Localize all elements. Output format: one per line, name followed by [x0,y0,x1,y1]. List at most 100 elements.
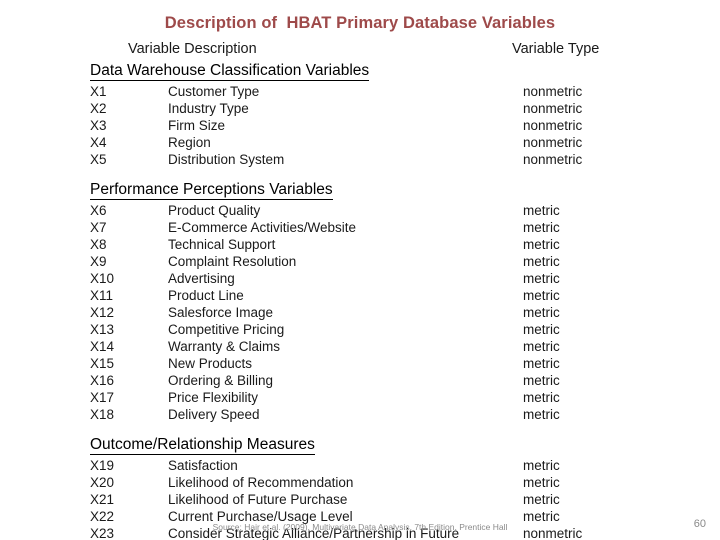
variables-table: Data Warehouse Classification Variables X… [0,62,720,540]
table-row: X17 Price Flexibility metric [0,389,720,406]
variable-type: nonmetric [523,84,583,99]
table-row: X20 Likelihood of Recommendation metric [0,474,720,491]
section-heading: Data Warehouse Classification Variables [90,62,370,81]
variable-type: nonmetric [523,152,583,167]
variable-description: Price Flexibility [168,390,259,405]
variable-type: metric [523,254,560,269]
table-row: X11 Product Line metric [0,287,720,304]
variable-code: X4 [90,135,107,150]
table-row: X8 Technical Support metric [0,236,720,253]
variable-code: X12 [90,305,115,320]
variable-description: Distribution System [168,152,285,167]
variable-description: Technical Support [168,237,276,252]
variable-code: X19 [90,458,115,473]
variable-code: X10 [90,271,115,286]
table-row: X9 Complaint Resolution metric [0,253,720,270]
table-row: X13 Competitive Pricing metric [0,321,720,338]
variable-description: Customer Type [168,84,260,99]
table-row: X10 Advertising metric [0,270,720,287]
table-row: X21 Likelihood of Future Purchase metric [0,491,720,508]
variable-code: X17 [90,390,115,405]
column-header-variable-type: Variable Type [512,41,600,57]
variable-code: X7 [90,220,107,235]
variable-code: X11 [90,288,114,303]
variable-type: metric [523,390,560,405]
variable-type: nonmetric [523,118,583,133]
variable-code: X1 [90,84,107,99]
section-header-row: Data Warehouse Classification Variables [0,62,720,83]
variable-code: X15 [90,356,115,371]
variable-description: Delivery Speed [168,407,260,422]
variable-code: X9 [90,254,107,269]
section-heading: Outcome/Relationship Measures [90,436,315,455]
variable-description: Ordering & Billing [168,373,274,388]
slide-canvas: Description of HBAT Primary Database Var… [0,0,720,540]
variable-type: metric [523,220,560,235]
variable-code: X6 [90,203,107,218]
variable-type: metric [523,407,560,422]
variable-description: Firm Size [168,118,225,133]
table-row: X6 Product Quality metric [0,202,720,219]
variable-description: Region [168,135,211,150]
table-row: X3 Firm Size nonmetric [0,117,720,134]
variable-code: X2 [90,101,107,116]
variable-description: Satisfaction [168,458,238,473]
table-row: X18 Delivery Speed metric [0,406,720,423]
variable-type: metric [523,373,560,388]
variable-type: metric [523,339,560,354]
source-citation: Source: Hair et al. (2009), Multivariate… [212,522,508,532]
table-row: X16 Ordering & Billing metric [0,372,720,389]
variable-code: X14 [90,339,115,354]
variable-type: metric [523,475,560,490]
variable-type: metric [523,492,560,507]
variable-description: Likelihood of Future Purchase [168,492,348,507]
page-title: Description of HBAT Primary Database Var… [164,14,556,32]
variable-type: metric [523,271,560,286]
variable-code: X13 [90,322,115,337]
variable-type: metric [523,322,560,337]
section-header-row: Outcome/Relationship Measures [0,436,720,457]
variable-type: metric [523,203,560,218]
variable-type: metric [523,237,560,252]
table-row: X15 New Products metric [0,355,720,372]
variable-type: nonmetric [523,101,583,116]
table-row: X14 Warranty & Claims metric [0,338,720,355]
table-row: X2 Industry Type nonmetric [0,100,720,117]
variable-code: X5 [90,152,107,167]
variable-description: Product Quality [168,203,261,218]
variable-description: Warranty & Claims [168,339,281,354]
section-heading: Performance Perceptions Variables [90,181,333,200]
variable-description: Salesforce Image [168,305,274,320]
table-row: X5 Distribution System nonmetric [0,151,720,168]
variable-description: Likelihood of Recommendation [168,475,354,490]
variable-description: Product Line [168,288,244,303]
variable-code: X16 [90,373,115,388]
variable-description: Competitive Pricing [168,322,285,337]
variable-description: E-Commerce Activities/Website [168,220,357,235]
variable-code: X8 [90,237,107,252]
variable-code: X21 [90,492,115,507]
section-header-row: Performance Perceptions Variables [0,181,720,202]
section-rows: X1 Customer Type nonmetric X2 Industry Type n… [0,83,720,168]
variable-code: X20 [90,475,115,490]
table-row: X12 Salesforce Image metric [0,304,720,321]
variable-description: Complaint Resolution [168,254,297,269]
page-number: 60 [693,518,706,530]
variable-code: X3 [90,118,107,133]
table-row: X19 Satisfaction metric [0,457,720,474]
variable-description: Advertising [168,271,235,286]
section-rows: X6 Product Quality metric X7 E-Commerce Acti… [0,202,720,423]
table-row: X7 E-Commerce Activities/Website metric [0,219,720,236]
table-row: X4 Region nonmetric [0,134,720,151]
variable-description: New Products [168,356,253,371]
variable-type: nonmetric [523,135,583,150]
variable-description: Industry Type [168,101,249,116]
table-row: X1 Customer Type nonmetric [0,83,720,100]
variable-type: metric [523,458,560,473]
variable-type: metric [523,288,560,303]
variable-code: X18 [90,407,115,422]
column-header-variable-description: Variable Description [128,41,257,57]
variable-type: metric [523,305,560,320]
